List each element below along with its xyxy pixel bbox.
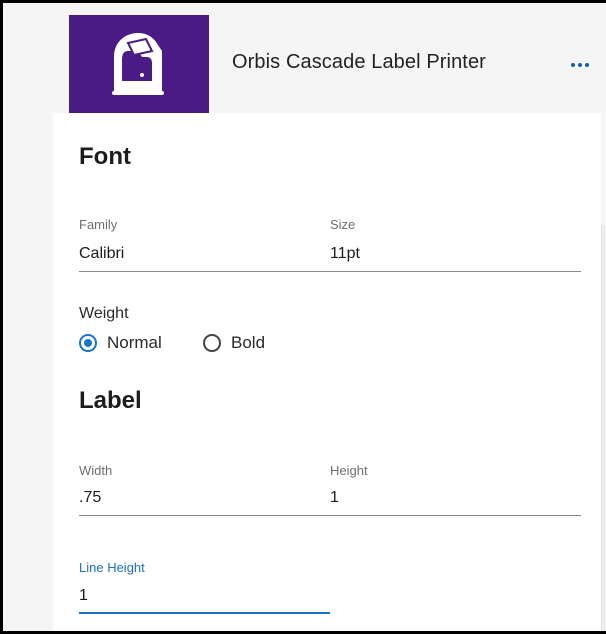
font-fields-underline [79, 271, 581, 272]
height-label: Height [330, 463, 368, 478]
line-height-label: Line Height [79, 560, 145, 575]
radio-checked-icon [79, 334, 97, 352]
label-printer-icon [112, 33, 164, 95]
size-field[interactable]: 11pt [330, 237, 580, 271]
size-label: Size [330, 217, 356, 232]
line-height-value: 1 [79, 587, 88, 604]
height-field[interactable]: 1 [330, 481, 580, 515]
app-window: Orbis Cascade Label Printer Font Family … [0, 0, 606, 634]
width-label: Width [79, 463, 113, 478]
weight-bold-label: Bold [231, 333, 266, 352]
app-header: Orbis Cascade Label Printer [3, 3, 606, 113]
more-horizontal-icon [571, 63, 589, 67]
weight-label: Weight [79, 305, 129, 322]
family-value: Calibri [79, 245, 125, 262]
label-fields-underline [79, 515, 581, 516]
font-section-title: Font [79, 143, 131, 170]
weight-normal-label: Normal [107, 333, 162, 352]
weight-radio-normal[interactable]: Normal [79, 333, 162, 353]
label-section-title: Label [79, 387, 142, 414]
line-height-underline [79, 612, 330, 614]
family-field[interactable]: Calibri [79, 237, 329, 271]
radio-unchecked-icon [203, 334, 221, 352]
height-value: 1 [330, 489, 339, 506]
vertical-scrollbar[interactable] [601, 225, 606, 631]
width-field[interactable]: .75 [79, 481, 329, 515]
family-label: Family [79, 217, 118, 232]
app-icon-tile [69, 15, 209, 113]
weight-radio-bold[interactable]: Bold [203, 333, 265, 353]
size-value: 11pt [330, 245, 360, 262]
width-value: .75 [79, 489, 102, 506]
line-height-input[interactable]: 1 [79, 579, 329, 613]
settings-panel: Font Family Calibri Size 11pt Weight Nor… [53, 113, 601, 631]
more-options-button[interactable] [563, 53, 597, 77]
app-title: Orbis Cascade Label Printer [232, 51, 486, 73]
